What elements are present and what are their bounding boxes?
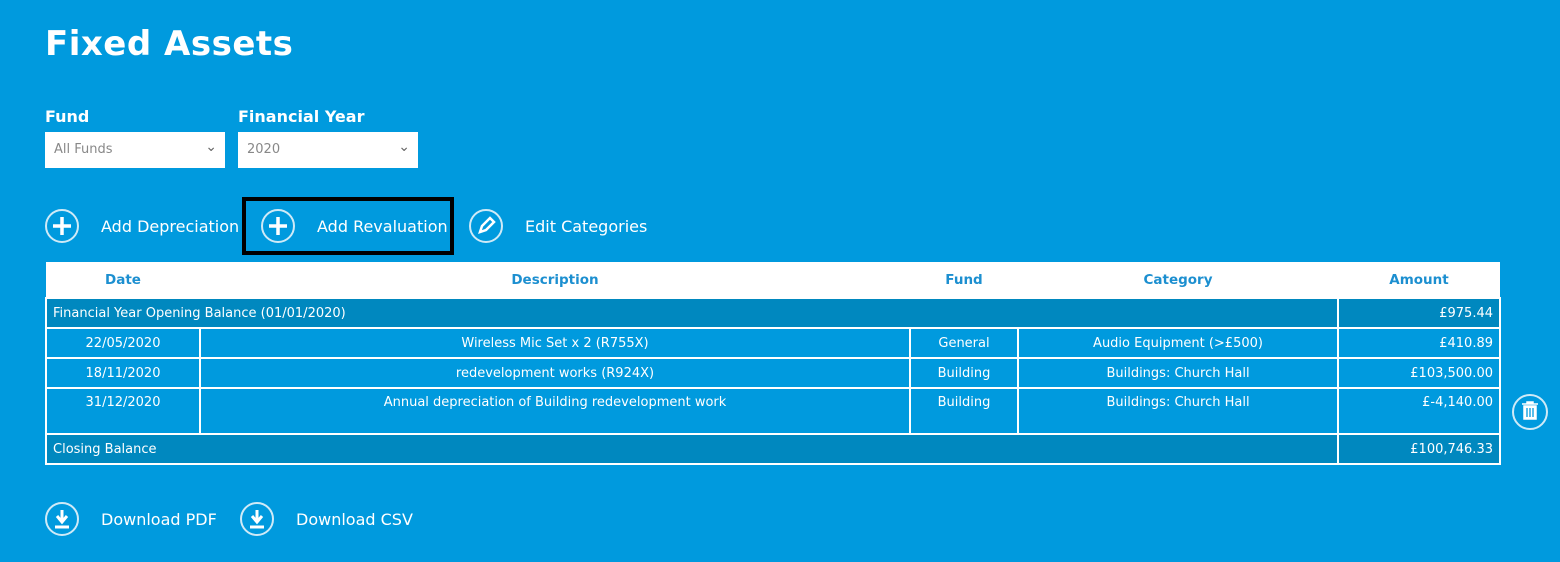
cell-amount: £410.89 <box>1337 327 1501 359</box>
header-description: Description <box>200 262 910 298</box>
opening-label: Financial Year Opening Balance (01/01/20… <box>45 297 1339 329</box>
header-date: Date <box>46 262 200 298</box>
cell-fund: Building <box>909 357 1019 389</box>
closing-label: Closing Balance <box>45 433 1339 465</box>
cell-category: Audio Equipment (>£500) <box>1017 327 1339 359</box>
cell-category: Buildings: Church Hall <box>1017 357 1339 389</box>
cell-date: 18/11/2020 <box>45 357 201 389</box>
download-icon <box>240 502 274 536</box>
delete-button[interactable] <box>1512 394 1548 430</box>
cell-description: Wireless Mic Set x 2 (R755X) <box>199 327 911 359</box>
opening-amount: £975.44 <box>1337 297 1501 329</box>
download-icon <box>45 502 79 536</box>
add-revaluation-button[interactable]: Add Revaluation <box>261 207 448 245</box>
financial-year-select-value: 2020 <box>247 142 281 157</box>
cell-description: Annual depreciation of Building redevelo… <box>199 387 911 435</box>
table-header: Date Description Fund Category Amount <box>46 262 1500 298</box>
cell-category: Buildings: Church Hall <box>1017 387 1339 435</box>
add-depreciation-button[interactable]: Add Depreciation <box>45 207 239 245</box>
closing-balance-row: Closing Balance £100,746.33 <box>45 433 1501 465</box>
chevron-down-icon: ⌄ <box>205 139 217 155</box>
download-pdf-button[interactable]: Download PDF <box>45 500 217 538</box>
cell-amount: £-4,140.00 <box>1337 387 1501 435</box>
table-row: 31/12/2020 Annual depreciation of Buildin… <box>45 387 1501 435</box>
cell-fund: General <box>909 327 1019 359</box>
download-pdf-label: Download PDF <box>101 509 217 529</box>
header-category: Category <box>1018 262 1338 298</box>
cell-fund: Building <box>909 387 1019 435</box>
plus-icon <box>45 209 79 243</box>
fund-label: Fund <box>45 107 90 126</box>
add-revaluation-label: Add Revaluation <box>317 216 448 236</box>
page-title: Fixed Assets <box>45 24 294 64</box>
cell-description: redevelopment works (R924X) <box>199 357 911 389</box>
header-fund: Fund <box>910 262 1018 298</box>
edit-categories-label: Edit Categories <box>525 216 648 236</box>
cell-date: 22/05/2020 <box>45 327 201 359</box>
chevron-down-icon: ⌄ <box>398 139 410 155</box>
fixed-assets-table: Date Description Fund Category Amount Financ… <box>45 262 1501 465</box>
download-csv-button[interactable]: Download CSV <box>240 500 413 538</box>
fund-select[interactable]: All Funds ⌄ <box>45 132 225 168</box>
financial-year-select[interactable]: 2020 ⌄ <box>238 132 418 168</box>
download-csv-label: Download CSV <box>296 509 413 529</box>
opening-balance-row: Financial Year Opening Balance (01/01/20… <box>45 297 1501 329</box>
table-row: 22/05/2020 Wireless Mic Set x 2 (R755X) Ge… <box>45 327 1501 359</box>
table-row: 18/11/2020 redevelopment works (R924X) Bui… <box>45 357 1501 389</box>
trash-icon <box>1521 400 1539 424</box>
header-amount: Amount <box>1338 262 1500 298</box>
cell-amount: £103,500.00 <box>1337 357 1501 389</box>
fund-select-value: All Funds <box>54 142 113 157</box>
closing-amount: £100,746.33 <box>1337 433 1501 465</box>
financial-year-label: Financial Year <box>238 107 365 126</box>
edit-categories-button[interactable]: Edit Categories <box>469 207 647 245</box>
add-depreciation-label: Add Depreciation <box>101 216 240 236</box>
cell-date: 31/12/2020 <box>45 387 201 435</box>
plus-icon <box>261 209 295 243</box>
pencil-icon <box>469 209 503 243</box>
